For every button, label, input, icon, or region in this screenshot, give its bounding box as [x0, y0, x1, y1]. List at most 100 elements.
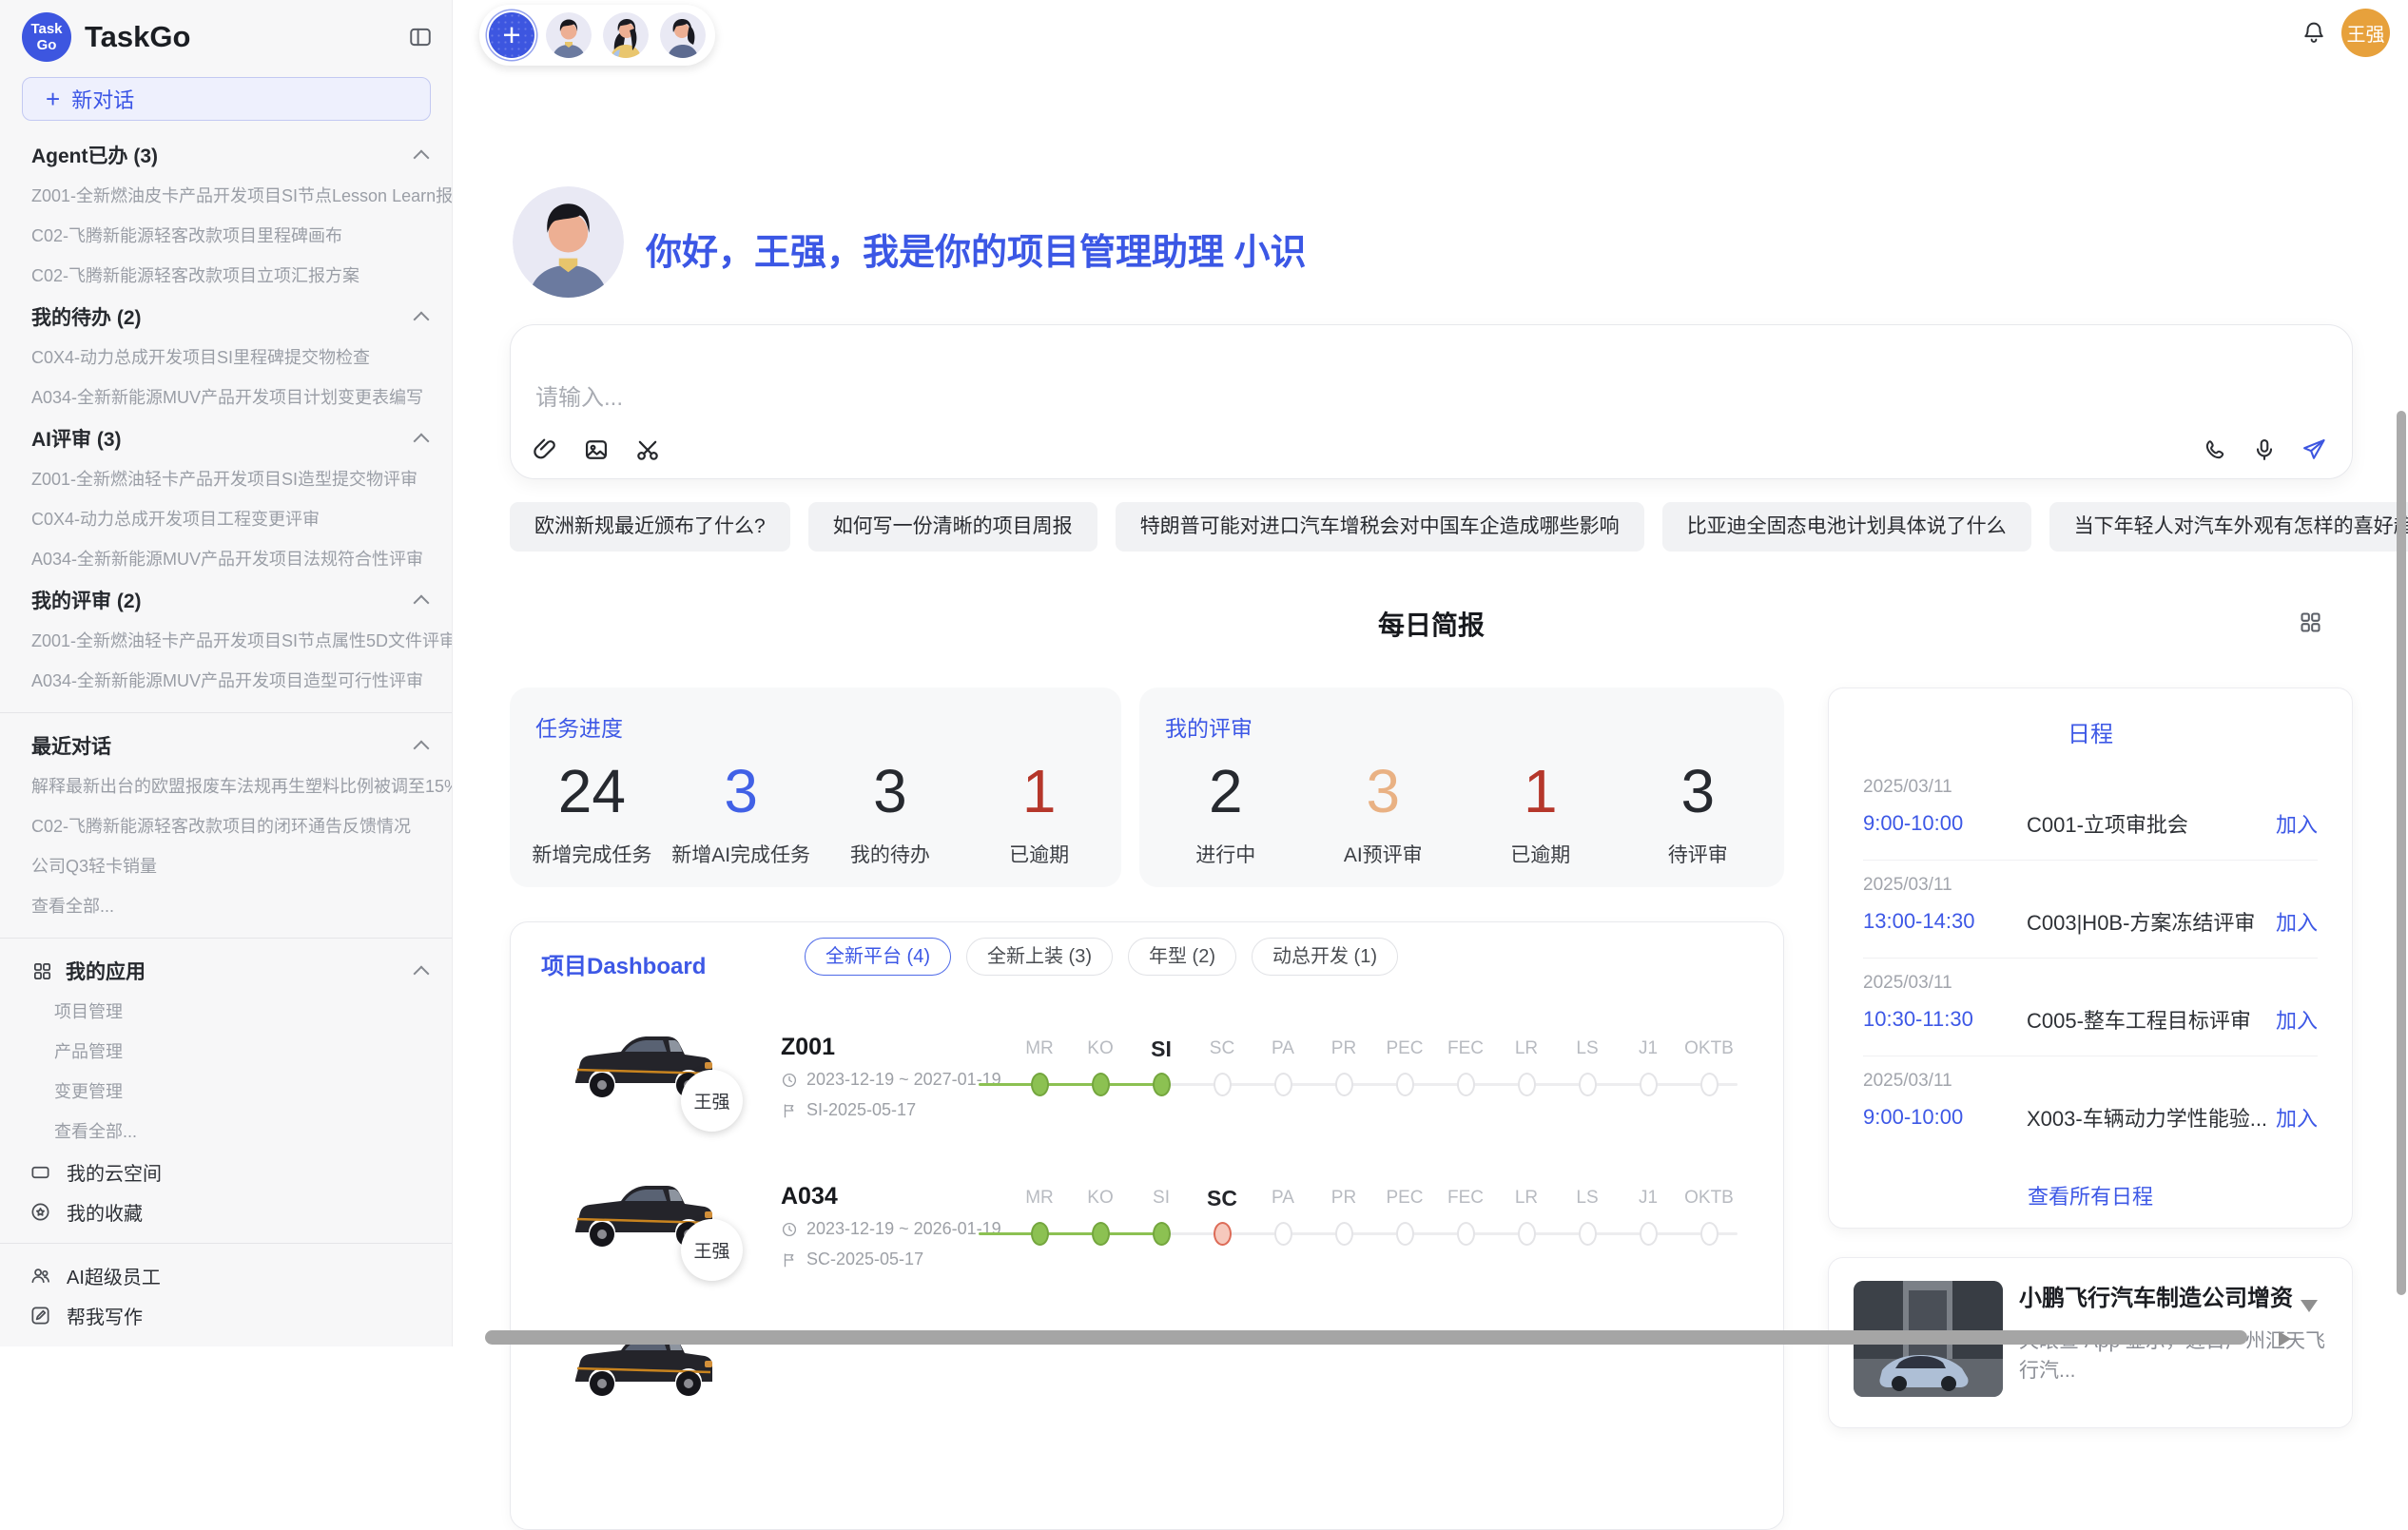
milestone: OKTB [1679, 1152, 1739, 1250]
sidebar-item[interactable]: Z001-全新燃油皮卡产品开发项目SI节点Lesson Learn报告 [0, 176, 452, 216]
event-row: 9:00-10:00C001-立项审批会加入 [1863, 808, 2318, 839]
sidebar-item-AI超级员工[interactable]: AI超级员工 [0, 1255, 452, 1295]
project-flag: SI-2025-05-17 [781, 1100, 916, 1120]
join-button[interactable]: 加入 [2276, 1004, 2318, 1035]
user-avatar[interactable]: 王强 [2341, 9, 2390, 57]
stat-item: 3AI预评审 [1305, 748, 1463, 868]
sidebar-section: 最近对话解释最新出台的欧盟报废车法规再生塑料比例被调至15%...C02-飞腾新… [0, 725, 452, 926]
sidebar-item[interactable]: 解释最新出台的欧盟报废车法规再生塑料比例被调至15%... [0, 766, 452, 806]
join-button[interactable]: 加入 [2276, 906, 2318, 937]
microphone-icon[interactable] [2251, 436, 2278, 463]
sidebar-item[interactable]: 变更管理 [0, 1072, 452, 1112]
scroll-down-arrow-icon[interactable] [2301, 1300, 2318, 1312]
suggestion-chip[interactable]: 如何写一份清晰的项目周报 [808, 502, 1097, 552]
new-chat-label: 新对话 [71, 84, 134, 114]
attachment-icon[interactable] [532, 436, 558, 463]
star-icon [29, 1201, 51, 1223]
sidebar-item-我的收藏[interactable]: 我的收藏 [0, 1191, 452, 1231]
collapse-sidebar-icon[interactable] [408, 25, 433, 49]
milestone: J1 [1618, 1152, 1679, 1250]
dashboard-filter-chip[interactable]: 年型 (2) [1128, 938, 1236, 976]
scroll-right-arrow-icon[interactable] [2279, 1331, 2291, 1346]
milestone-node [1457, 1222, 1475, 1246]
new-chat-button[interactable]: + 新对话 [22, 77, 431, 121]
suggestion-chip[interactable]: 特朗普可能对进口汽车增税会对中国车企造成哪些影响 [1116, 502, 1644, 552]
milestone: PR [1313, 1003, 1374, 1101]
layout-grid-icon[interactable] [2298, 610, 2323, 635]
project-row[interactable]: 王强Z0012023-12-19 ~ 2027-01-19SI-2025-05-… [511, 1003, 1783, 1152]
sidebar-item[interactable]: Z001-全新燃油轻卡产品开发项目SI造型提交物评审 [0, 459, 452, 499]
sidebar-item[interactable]: C02-飞腾新能源轻客改款项目里程碑画布 [0, 216, 452, 256]
notification-bell-icon[interactable] [2301, 19, 2327, 46]
event-time: 10:30-11:30 [1863, 1007, 2027, 1032]
image-upload-icon[interactable] [583, 436, 610, 463]
sidebar-section-header[interactable]: 我的应用 [0, 950, 452, 992]
sidebar-item[interactable]: 查看全部... [0, 1112, 452, 1152]
chat-input[interactable] [534, 384, 1679, 413]
milestone-label: LS [1557, 1185, 1618, 1211]
sidebar-item[interactable]: A034-全新新能源MUV产品开发项目造型可行性评审 [0, 661, 452, 701]
dashboard-filter-chip[interactable]: 全新平台 (4) [805, 938, 951, 976]
vertical-scrollbar[interactable] [2397, 411, 2406, 1295]
sidebar-item[interactable]: Z001-全新燃油轻卡产品开发项目SI节点属性5D文件评审 [0, 621, 452, 661]
dashboard-filter-chip[interactable]: 动总开发 (1) [1252, 938, 1398, 976]
avatar[interactable] [660, 12, 706, 58]
sidebar-item[interactable]: A034-全新新能源MUV产品开发项目计划变更表编写 [0, 378, 452, 417]
phone-icon[interactable] [2202, 436, 2228, 463]
daily-brief-title: 每日简报 [510, 605, 2353, 643]
view-all-schedule-link[interactable]: 查看所有日程 [1829, 1180, 2352, 1210]
sidebar-item-帮我写作[interactable]: 帮我写作 [0, 1295, 452, 1335]
sidebar-item[interactable]: C02-飞腾新能源轻客改款项目立项汇报方案 [0, 256, 452, 296]
project-flag: SC-2025-05-17 [781, 1249, 923, 1269]
suggestion-chip[interactable]: 欧洲新规最近颁布了什么? [510, 502, 790, 552]
milestone: PR [1313, 1152, 1374, 1250]
sidebar-section-header[interactable]: Agent已办 (3) [0, 134, 452, 176]
event-time: 13:00-14:30 [1863, 909, 2027, 934]
sidebar-item-我的云空间[interactable]: 我的云空间 [0, 1152, 452, 1191]
suggestion-chip[interactable]: 比亚迪全固态电池计划具体说了什么 [1662, 502, 2031, 552]
project-dashboard-card: 项目Dashboard 全新平台 (4)全新上装 (3)年型 (2)动总开发 (… [510, 921, 1784, 1530]
join-button[interactable]: 加入 [2276, 1102, 2318, 1133]
sidebar-section-header[interactable]: 我的评审 (2) [0, 579, 452, 621]
sidebar-item[interactable]: A034-全新新能源MUV产品开发项目法规符合性评审 [0, 539, 452, 579]
owner-badge: 王强 [681, 1219, 743, 1281]
dates-text: 2023-12-19 ~ 2026-01-19 [806, 1219, 1001, 1239]
milestone-label: LR [1496, 1036, 1557, 1062]
avatar[interactable] [603, 12, 649, 58]
suggestion-chip[interactable]: 当下年轻人对汽车外观有怎样的喜好趋势 [2049, 502, 2408, 552]
greeting-text: 你好，王强，我是你的项目管理助理 小识 [646, 223, 1307, 275]
stat-value: 24 [517, 748, 667, 834]
event-date: 2025/03/11 [1863, 1056, 2318, 1092]
sidebar-item[interactable]: C02-飞腾新能源轻客改款项目的闭环通告反馈情况 [0, 806, 452, 846]
sidebar-section-header[interactable]: 最近对话 [0, 725, 452, 766]
event-time: 9:00-10:00 [1863, 1105, 2027, 1130]
avatar[interactable] [546, 12, 592, 58]
sidebar-section-title: AI评审 (3) [31, 424, 122, 453]
app-logo-text: Task [30, 21, 62, 37]
add-member-button[interactable]: + [489, 12, 534, 58]
milestone-label: PR [1313, 1036, 1374, 1062]
sidebar-section-header[interactable]: AI评审 (3) [0, 417, 452, 459]
stat-label: 已逾期 [1462, 840, 1620, 868]
sidebar-item[interactable]: 公司Q3轻卡销量 [0, 846, 452, 886]
stat-value: 3 [667, 748, 816, 834]
scissors-icon[interactable] [634, 436, 661, 463]
send-icon[interactable] [2301, 436, 2327, 463]
horizontal-scrollbar[interactable] [485, 1330, 2247, 1345]
join-button[interactable]: 加入 [2276, 808, 2318, 839]
event-date: 2025/03/11 [1863, 763, 2318, 798]
project-row[interactable]: 王强A0342023-12-19 ~ 2026-01-19SC-2025-05-… [511, 1152, 1783, 1302]
sidebar-item-创意制图[interactable]: 创意制图 [0, 1335, 452, 1346]
sidebar-item[interactable]: 项目管理 [0, 992, 452, 1032]
sidebar-item[interactable]: 产品管理 [0, 1032, 452, 1072]
sidebar-item[interactable]: C0X4-动力总成开发项目SI里程碑提交物检查 [0, 338, 452, 378]
sidebar-item[interactable]: C0X4-动力总成开发项目工程变更评审 [0, 499, 452, 539]
dashboard-filter-chip[interactable]: 全新上装 (3) [966, 938, 1113, 976]
project-row-partial [511, 1302, 1783, 1451]
milestone: FEC [1435, 1152, 1496, 1250]
sidebar-item[interactable]: 查看全部... [0, 886, 452, 926]
stat-value: 2 [1147, 748, 1305, 834]
milestone: PA [1253, 1003, 1313, 1101]
sidebar-section-header[interactable]: 我的待办 (2) [0, 296, 452, 338]
milestone-node [1092, 1222, 1110, 1246]
